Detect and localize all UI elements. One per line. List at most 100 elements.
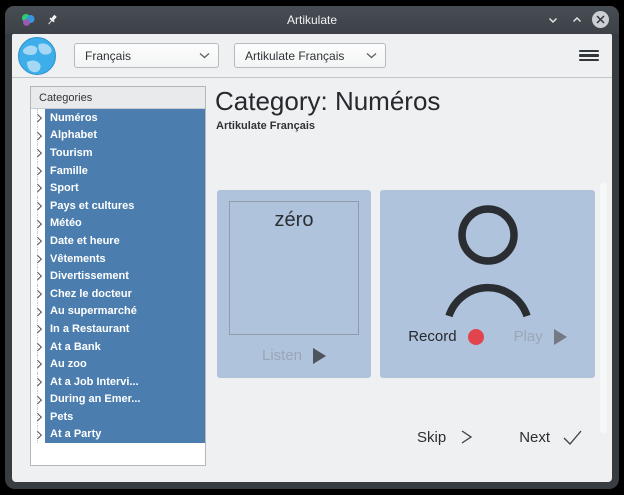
category-item[interactable]: Tourism: [31, 144, 205, 162]
checkmark-icon: [562, 428, 583, 446]
category-label: At a Job Intervi...: [45, 373, 205, 391]
close-icon: [596, 15, 605, 24]
expander[interactable]: [31, 267, 45, 285]
play-button[interactable]: Play: [514, 328, 567, 345]
category-label: Au zoo: [45, 355, 205, 373]
page-subtitle: Artikulate Français: [216, 120, 315, 132]
chevron-down-icon: [199, 52, 210, 59]
expander[interactable]: [31, 127, 45, 145]
category-item[interactable]: Numéros: [31, 109, 205, 127]
toolbar: Français Artikulate Français: [12, 34, 612, 78]
category-item[interactable]: Au zoo: [31, 355, 205, 373]
play-triangle-icon: [313, 348, 326, 364]
chevron-right-icon: [34, 237, 42, 245]
chevron-right-icon: [34, 184, 42, 192]
scrollbar[interactable]: [600, 183, 607, 433]
record-controls: Record Play: [380, 328, 595, 345]
chevron-down-icon: [366, 52, 377, 59]
chevron-right-icon: [34, 149, 42, 157]
category-label: Numéros: [45, 109, 205, 127]
chevron-right-icon: [34, 360, 42, 368]
chevron-right-icon: [34, 413, 42, 421]
skip-button[interactable]: Skip: [417, 428, 475, 446]
category-item[interactable]: Famille: [31, 162, 205, 180]
category-label: Météo: [45, 215, 205, 233]
phrase-text: zéro: [229, 201, 359, 335]
category-item[interactable]: In a Restaurant: [31, 320, 205, 338]
record-button[interactable]: Record: [408, 328, 483, 345]
category-label: During an Emer...: [45, 391, 205, 409]
expander[interactable]: [31, 179, 45, 197]
phrase-card: zéro Listen: [217, 190, 371, 378]
category-item[interactable]: Vêtements: [31, 250, 205, 268]
titlebar[interactable]: Artikulate: [5, 6, 619, 34]
category-item[interactable]: Pays et cultures: [31, 197, 205, 215]
category-item[interactable]: During an Emer...: [31, 391, 205, 409]
categories-panel: Categories Numéros: [30, 86, 206, 466]
expander[interactable]: [31, 338, 45, 356]
play-triangle-icon: [554, 329, 567, 345]
category-label: At a Party: [45, 426, 205, 444]
language-select-value: Français: [85, 49, 193, 63]
category-item[interactable]: Météo: [31, 215, 205, 233]
next-label: Next: [519, 429, 550, 446]
expander[interactable]: [31, 109, 45, 127]
categories-tree: Numéros Alphabet: [31, 109, 205, 443]
page-title: Category: Numéros: [215, 86, 440, 117]
globe-icon: [17, 36, 57, 76]
language-select[interactable]: Français: [74, 43, 219, 68]
expander[interactable]: [31, 391, 45, 409]
category-item[interactable]: At a Job Intervi...: [31, 373, 205, 391]
course-select[interactable]: Artikulate Français: [234, 43, 386, 68]
listen-label: Listen: [262, 347, 302, 364]
expander[interactable]: [31, 215, 45, 233]
expander[interactable]: [31, 232, 45, 250]
expander[interactable]: [31, 162, 45, 180]
expander[interactable]: [31, 197, 45, 215]
main-content: Categories Numéros: [12, 78, 612, 482]
category-item[interactable]: At a Party: [31, 426, 205, 444]
category-item[interactable]: Chez le docteur: [31, 285, 205, 303]
menu-button[interactable]: [579, 47, 599, 65]
expander[interactable]: [31, 144, 45, 162]
expander[interactable]: [31, 373, 45, 391]
listen-button[interactable]: Listen: [217, 347, 371, 364]
play-label: Play: [514, 328, 543, 345]
chevron-up-icon: [571, 14, 583, 26]
window-content: Français Artikulate Français Categories: [12, 34, 612, 482]
expander[interactable]: [31, 408, 45, 426]
next-button[interactable]: Next: [519, 428, 583, 446]
footer-actions: Skip Next: [417, 428, 583, 446]
category-label: Tourism: [45, 144, 205, 162]
category-item[interactable]: Alphabet: [31, 127, 205, 145]
course-select-value: Artikulate Français: [245, 49, 360, 63]
chevron-right-icon: [34, 272, 42, 280]
chevron-down-icon: [547, 14, 559, 26]
skip-label: Skip: [417, 429, 446, 446]
expander[interactable]: [31, 320, 45, 338]
close-button[interactable]: [592, 11, 609, 28]
category-label: Pets: [45, 408, 205, 426]
category-item[interactable]: Pets: [31, 408, 205, 426]
category-item[interactable]: Sport: [31, 179, 205, 197]
category-item[interactable]: Divertissement: [31, 267, 205, 285]
chevron-right-icon: [34, 255, 42, 263]
chevron-right-icon: [34, 167, 42, 175]
category-item[interactable]: Date et heure: [31, 232, 205, 250]
category-label: In a Restaurant: [45, 320, 205, 338]
categories-header: Categories: [31, 87, 205, 109]
category-label: Au supermarché: [45, 303, 205, 321]
maximize-button[interactable]: [568, 11, 585, 28]
expander[interactable]: [31, 303, 45, 321]
record-card: Record Play: [380, 190, 595, 378]
category-label: Alphabet: [45, 127, 205, 145]
expander[interactable]: [31, 285, 45, 303]
expander[interactable]: [31, 355, 45, 373]
category-item[interactable]: At a Bank: [31, 338, 205, 356]
expander[interactable]: [31, 250, 45, 268]
minimize-button[interactable]: [544, 11, 561, 28]
expander[interactable]: [31, 426, 45, 444]
record-dot-icon: [468, 329, 484, 345]
category-item[interactable]: Au supermarché: [31, 303, 205, 321]
category-label: Vêtements: [45, 250, 205, 268]
